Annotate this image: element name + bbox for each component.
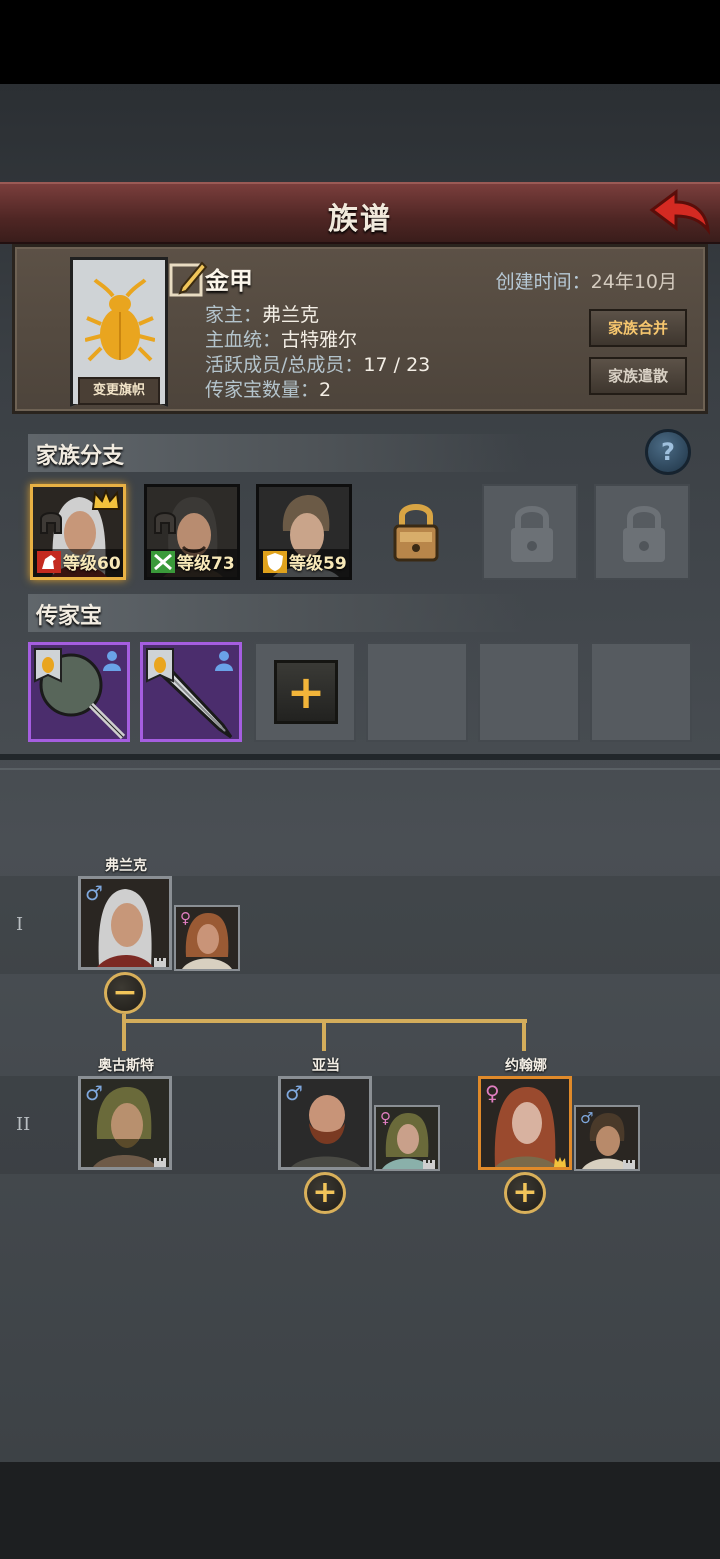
- members-value: 17 / 23: [363, 354, 431, 376]
- tree-member-name: 亚当: [312, 1058, 340, 1074]
- bloodline-value: 古特雅尔: [281, 329, 358, 351]
- members-label: 活跃成员/总成员：: [205, 354, 364, 376]
- crossed-swords-icon: [151, 551, 175, 573]
- branches-header: 家族分支: [28, 434, 528, 472]
- empty-heirloom-slot[interactable]: [478, 642, 580, 742]
- family-disband-button[interactable]: 家族遣散: [589, 357, 687, 395]
- horse-icon: [37, 551, 61, 573]
- locked-branch-slot[interactable]: [482, 484, 578, 580]
- family-info-panel: 变更旗帜 金甲 创建时间：24年10月 家主：弗兰克 主血统：古特雅尔 活跃成员…: [12, 244, 708, 414]
- spouse-portrait[interactable]: ♀: [374, 1105, 440, 1171]
- add-heirloom-slot[interactable]: +: [254, 642, 356, 742]
- divider: [0, 754, 720, 760]
- helmet-icon: [153, 509, 177, 535]
- family-info-lines: 家主：弗兰克 主血统：古特雅尔 活跃成员/总成员：17 / 23 传家宝数量：2: [205, 303, 430, 403]
- person-icon: [101, 649, 123, 671]
- tower-icon: [622, 1155, 636, 1169]
- head-label: 家主：: [205, 304, 263, 326]
- locked-branch-slot[interactable]: [368, 484, 464, 580]
- family-name: 金甲: [205, 267, 253, 295]
- family-flag-icon: [145, 647, 175, 683]
- navigation-bar: [0, 1462, 720, 1559]
- empty-heirloom-slot[interactable]: [366, 642, 468, 742]
- branch-level: 等级60: [63, 554, 121, 574]
- tree-member-portrait[interactable]: ♂: [78, 876, 172, 970]
- golden-lock-icon: [392, 498, 440, 564]
- page-title: 族谱: [328, 202, 392, 237]
- person-icon: [213, 649, 235, 671]
- help-icon[interactable]: ?: [645, 429, 691, 475]
- shield-icon: [263, 551, 287, 573]
- branch-member-slot[interactable]: 等级73: [144, 484, 240, 580]
- beetle-icon: [85, 278, 155, 362]
- male-icon: ♂: [285, 1081, 303, 1105]
- male-icon: ♂: [85, 881, 103, 905]
- tree-member-name: 奥古斯特: [98, 1058, 154, 1074]
- tree-member-name: 约翰娜: [505, 1058, 547, 1074]
- female-icon: ♀: [485, 1081, 500, 1105]
- family-tree-screen: 族谱 变更旗帜 金甲 创建时间：24年10月 家主：弗兰克 主血统：古特雅尔 活…: [0, 84, 720, 1462]
- tree-connector: [122, 1019, 126, 1051]
- helmet-icon: [39, 509, 63, 535]
- branches-title: 家族分支: [36, 444, 125, 469]
- tower-icon: [153, 953, 167, 967]
- edit-pencil-icon[interactable]: [168, 259, 208, 299]
- tower-icon: [153, 1153, 167, 1167]
- spouse-portrait[interactable]: ♀: [174, 905, 240, 971]
- branch-level: 等级59: [289, 554, 347, 574]
- locked-branch-slot[interactable]: [594, 484, 690, 580]
- heirloom-slot[interactable]: [140, 642, 242, 742]
- plus-icon: +: [286, 665, 326, 719]
- status-bar: [0, 0, 720, 84]
- tree-connector: [322, 1019, 326, 1051]
- crown-icon: [553, 1153, 567, 1167]
- heirloom-slot[interactable]: [28, 642, 130, 742]
- expand-button[interactable]: +: [504, 1172, 546, 1214]
- tree-member-portrait[interactable]: ♂: [278, 1076, 372, 1170]
- crown-icon: [91, 488, 121, 513]
- family-flag-icon: [33, 647, 63, 683]
- created-time: 创建时间：24年10月: [496, 267, 677, 294]
- lock-icon: [620, 500, 668, 566]
- branch-member-slot[interactable]: 等级59: [256, 484, 352, 580]
- head-value: 弗兰克: [262, 304, 320, 326]
- heirloom-count-label: 传家宝数量：: [205, 379, 320, 401]
- tree-connector: [522, 1019, 526, 1051]
- change-banner-button[interactable]: 变更旗帜: [78, 377, 160, 405]
- collapse-button[interactable]: −: [104, 972, 146, 1014]
- empty-heirloom-slot[interactable]: [590, 642, 692, 742]
- back-arrow-icon[interactable]: [646, 188, 712, 238]
- bloodline-label: 主血统：: [205, 329, 282, 351]
- title-band: 族谱: [0, 182, 720, 244]
- add-heirloom-button[interactable]: +: [274, 660, 338, 724]
- tree-member-name: 弗兰克: [105, 858, 147, 874]
- family-merge-button[interactable]: 家族合并: [589, 309, 687, 347]
- branch-member-slot[interactable]: 等级60: [30, 484, 126, 580]
- tree-member-portrait[interactable]: ♂: [78, 1076, 172, 1170]
- tower-icon: [422, 1155, 436, 1169]
- created-label: 创建时间：: [495, 271, 591, 293]
- heirlooms-title: 传家宝: [36, 604, 103, 629]
- tree-member-portrait[interactable]: ♀: [478, 1076, 572, 1170]
- divider: [0, 768, 720, 770]
- created-value: 24年10月: [590, 271, 677, 293]
- lock-icon: [508, 500, 556, 566]
- heirloom-count-value: 2: [319, 379, 332, 401]
- branch-level: 等级73: [177, 554, 235, 574]
- female-icon: ♀: [380, 1109, 391, 1127]
- female-icon: ♀: [180, 909, 191, 927]
- expand-button[interactable]: +: [304, 1172, 346, 1214]
- heirlooms-header: 传家宝: [28, 594, 528, 632]
- male-icon: ♂: [580, 1109, 594, 1127]
- male-icon: ♂: [85, 1081, 103, 1105]
- spouse-portrait[interactable]: ♂: [574, 1105, 640, 1171]
- generation-label: II: [16, 1114, 31, 1135]
- generation-label: I: [16, 914, 24, 935]
